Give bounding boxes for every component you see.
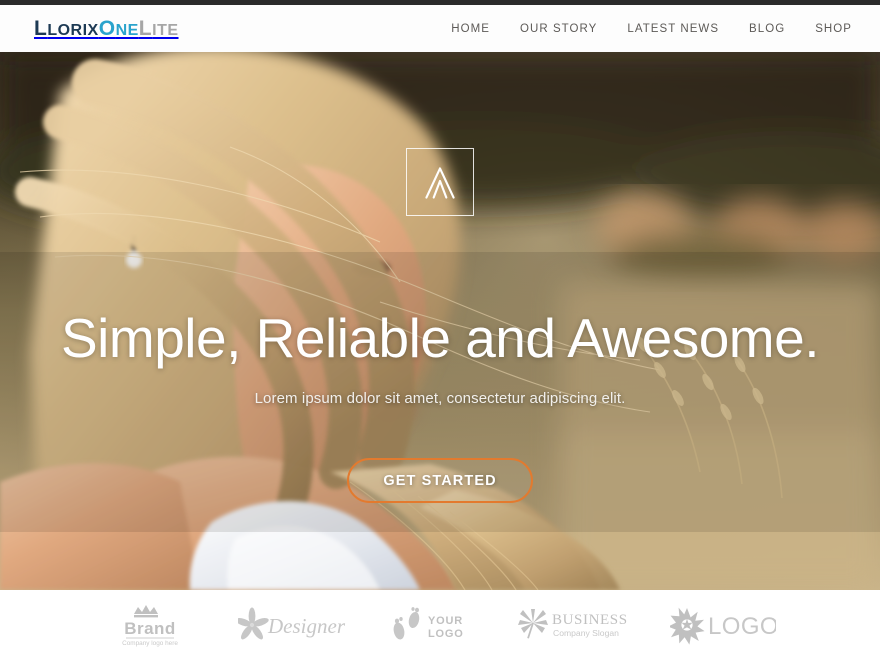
- svg-text:Company Slogan: Company Slogan: [553, 628, 619, 638]
- client-logo-your-logo[interactable]: YOUR LOGO: [388, 605, 474, 645]
- logo-part-one-rest: LORIX: [47, 22, 99, 39]
- client-logo-business[interactable]: BUSINESS Company Slogan: [516, 605, 628, 645]
- nav-item-home[interactable]: HOME: [451, 23, 490, 35]
- site-header: LLORIXONELITE HOME OUR STORY LATEST NEWS…: [0, 5, 880, 52]
- svg-text:Designer: Designer: [267, 614, 346, 638]
- svg-text:Brand: Brand: [124, 619, 176, 638]
- svg-text:BUSINESS: BUSINESS: [552, 612, 628, 628]
- client-logo-designer[interactable]: Designer: [238, 606, 346, 644]
- get-started-button[interactable]: GET STARTED: [347, 458, 533, 503]
- page-root: LLORIXONELITE HOME OUR STORY LATEST NEWS…: [0, 0, 880, 660]
- nav-item-blog[interactable]: BLOG: [749, 23, 785, 35]
- nav-item-shop[interactable]: SHOP: [815, 23, 852, 35]
- logo-part-three: LITE: [138, 17, 179, 40]
- primary-navigation: HOME OUR STORY LATEST NEWS BLOG SHOP: [451, 23, 852, 35]
- logo-part-two-rest: NE: [115, 22, 139, 39]
- hero-subheadline: Lorem ipsum dolor sit amet, consectetur …: [254, 390, 626, 407]
- client-logo-strip: Brand Company logo here Designer YOUR LO…: [0, 590, 880, 660]
- logo-part-two: ONE: [98, 17, 139, 40]
- starburst-icon: LOGO: [670, 607, 776, 645]
- hero-cta-container: GET STARTED: [0, 458, 880, 503]
- hero-content: Simple, Reliable and Awesome. Lorem ipsu…: [0, 52, 880, 590]
- crown-icon: Brand Company logo here: [122, 605, 178, 647]
- chevron-a-mark-icon: [406, 148, 474, 216]
- svg-text:LOGO: LOGO: [708, 613, 776, 640]
- hero-headline: Simple, Reliable and Awesome.: [61, 307, 819, 369]
- svg-text:YOUR: YOUR: [428, 615, 463, 627]
- client-logo-brand[interactable]: Brand Company logo here: [104, 602, 196, 648]
- svg-text:Company logo here: Company logo here: [122, 640, 178, 647]
- flower-icon: Designer: [238, 607, 346, 640]
- client-logo-logo[interactable]: LOGO: [670, 605, 776, 645]
- nav-item-latest-news[interactable]: LATEST NEWS: [627, 23, 719, 35]
- footprints-icon: YOUR LOGO: [393, 607, 464, 640]
- leaf-icon: BUSINESS Company Slogan: [518, 609, 628, 639]
- hero-section: Simple, Reliable and Awesome. Lorem ipsu…: [0, 52, 880, 590]
- logo-part-three-rest: ITE: [152, 22, 179, 39]
- site-logo[interactable]: LLORIXONELITE: [34, 18, 179, 39]
- svg-text:LOGO: LOGO: [428, 628, 464, 640]
- nav-item-our-story[interactable]: OUR STORY: [520, 23, 597, 35]
- logo-part-one: LLORIX: [34, 17, 99, 40]
